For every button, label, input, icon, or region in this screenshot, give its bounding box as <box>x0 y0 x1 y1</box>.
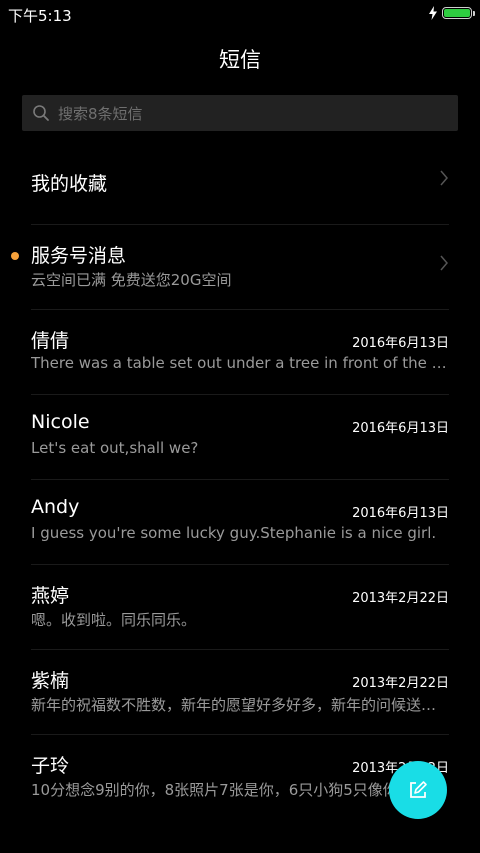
contact-name: 燕婷 <box>31 585 70 607</box>
service-messages-item[interactable]: 服务号消息 云空间已满 免费送您20G空间 <box>11 225 449 310</box>
message-list: 我的收藏 服务号消息 云空间已满 免费送您20G空间 倩倩 2016年6月13日… <box>0 140 480 819</box>
chevron-right-icon <box>440 255 448 271</box>
search-bar[interactable]: 搜索8条短信 <box>22 95 458 131</box>
search-placeholder: 搜索8条短信 <box>58 104 143 123</box>
message-date: 2013年2月22日 <box>352 676 449 691</box>
contact-name: Andy <box>31 496 80 518</box>
contact-name: 倩倩 <box>31 330 70 352</box>
message-preview: There was a table set out under a tree i… <box>31 354 449 372</box>
conversation-item[interactable]: 子玲 2013年2月22日 10分想念9别的你，8张照片7张是你，6只小狗5只像… <box>31 735 449 819</box>
favorites-item[interactable]: 我的收藏 <box>31 140 449 225</box>
contact-name: 子玲 <box>31 755 70 777</box>
page-title: 短信 <box>219 48 261 72</box>
message-preview: I guess you're some lucky guy.Stephanie … <box>31 524 437 542</box>
message-preview: 新年的祝福数不胜数，新年的愿望好多好多，新年的问候送给你 <box>31 696 449 714</box>
compose-icon <box>410 781 427 798</box>
message-date: 2016年6月13日 <box>352 421 449 436</box>
battery-icon <box>442 7 475 19</box>
chevron-right-icon <box>440 170 448 186</box>
message-date: 2013年2月22日 <box>352 591 449 606</box>
service-messages-label: 服务号消息 <box>31 245 127 267</box>
contact-name: Nicole <box>31 411 90 433</box>
charging-icon <box>429 6 437 20</box>
status-time: 下午5:13 <box>8 7 72 25</box>
conversation-item[interactable]: 倩倩 2016年6月13日 There was a table set out … <box>31 310 449 395</box>
conversation-item[interactable]: 燕婷 2013年2月22日 嗯。收到啦。同乐同乐。 <box>31 565 449 650</box>
message-preview: 嗯。收到啦。同乐同乐。 <box>31 611 197 629</box>
status-icons <box>428 6 475 20</box>
compose-button[interactable] <box>389 761 447 819</box>
message-date: 2016年6月13日 <box>352 336 449 351</box>
favorites-label: 我的收藏 <box>31 173 108 195</box>
search-icon <box>33 105 49 121</box>
conversation-item[interactable]: 紫楠 2013年2月22日 新年的祝福数不胜数，新年的愿望好多好多，新年的问候送… <box>31 650 449 735</box>
status-bar: 下午5:13 <box>0 0 480 28</box>
contact-name: 紫楠 <box>31 670 70 692</box>
conversation-item[interactable]: Andy 2016年6月13日 I guess you're some luck… <box>31 480 449 565</box>
message-preview: 10分想念9别的你，8张照片7张是你，6只小狗5只像你 <box>31 781 398 799</box>
message-date: 2016年6月13日 <box>352 506 449 521</box>
message-preview: Let's eat out,shall we? <box>31 439 199 457</box>
conversation-item[interactable]: Nicole 2016年6月13日 Let's eat out,shall we… <box>31 395 449 480</box>
unread-dot <box>11 252 19 260</box>
service-messages-preview: 云空间已满 免费送您20G空间 <box>31 271 232 289</box>
